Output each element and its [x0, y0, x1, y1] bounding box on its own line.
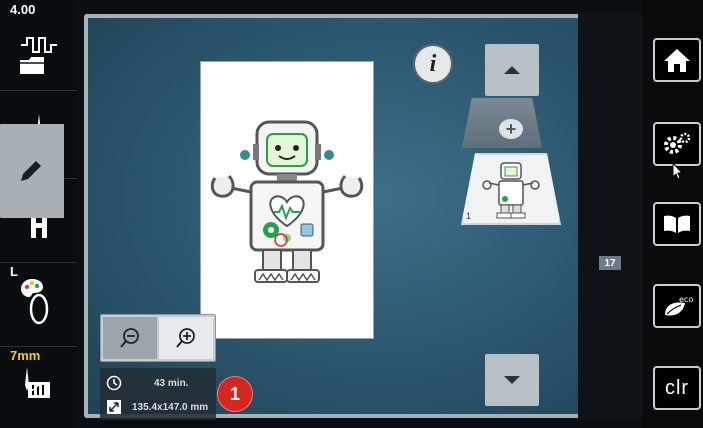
palette-icon — [21, 279, 43, 297]
gears-icon — [664, 132, 691, 154]
design-size: 135.4x147.0 mm — [132, 401, 209, 413]
tab-file[interactable] — [0, 40, 64, 90]
scroll-up-button[interactable] — [485, 44, 539, 96]
resize-icon — [107, 400, 121, 414]
time-row: 43 min. — [104, 372, 214, 394]
folder-icon — [20, 57, 44, 74]
layer-thumbnail[interactable] — [461, 153, 561, 225]
clear-label: clr — [664, 376, 690, 399]
info-icon: i — [429, 50, 437, 77]
mode-tabs — [578, 14, 642, 418]
color-count-badge: 17 — [599, 256, 621, 270]
plus-icon: + — [499, 119, 523, 139]
size-row: 135.4x147.0 mm — [104, 396, 214, 418]
cursor-icon — [672, 162, 684, 180]
stitch-out-icon — [25, 367, 40, 392]
info-button[interactable]: i — [413, 44, 453, 84]
tab-embroider[interactable] — [0, 358, 64, 402]
tab-edit[interactable] — [0, 124, 64, 218]
clock-icon — [106, 375, 122, 391]
embroidery-hoop-canvas[interactable] — [200, 61, 374, 339]
tab-colors[interactable] — [0, 268, 64, 308]
tutorial-button[interactable] — [653, 202, 701, 246]
clear-button[interactable]: clr — [653, 366, 701, 410]
zoom-in-button[interactable] — [159, 317, 213, 359]
home-button[interactable] — [653, 38, 701, 82]
book-icon — [664, 215, 690, 233]
pencil-icon — [21, 161, 41, 181]
zoom-out-button[interactable] — [103, 317, 157, 359]
zoom-controls — [100, 314, 216, 362]
zoom-out-icon — [120, 328, 139, 348]
design-info-box: 43 min. 135.4x147.0 mm — [100, 368, 216, 420]
tension-value: 4.00 — [10, 2, 36, 17]
scroll-down-button[interactable] — [485, 354, 539, 406]
zoom-in-icon — [176, 328, 195, 348]
arrow-down-icon — [504, 376, 520, 384]
callout-badge: 1 — [217, 376, 253, 412]
robot-embroidery-design[interactable] — [201, 62, 373, 338]
arrow-up-icon — [504, 66, 520, 74]
stitch-time: 43 min. — [154, 377, 189, 389]
home-icon — [664, 49, 690, 72]
robot-thumbnail-icon — [482, 162, 540, 219]
eco-icon: eco — [665, 295, 693, 316]
layer-number: 1 — [466, 211, 472, 221]
eco-button[interactable]: eco — [653, 284, 701, 328]
settings-button[interactable] — [653, 122, 701, 166]
